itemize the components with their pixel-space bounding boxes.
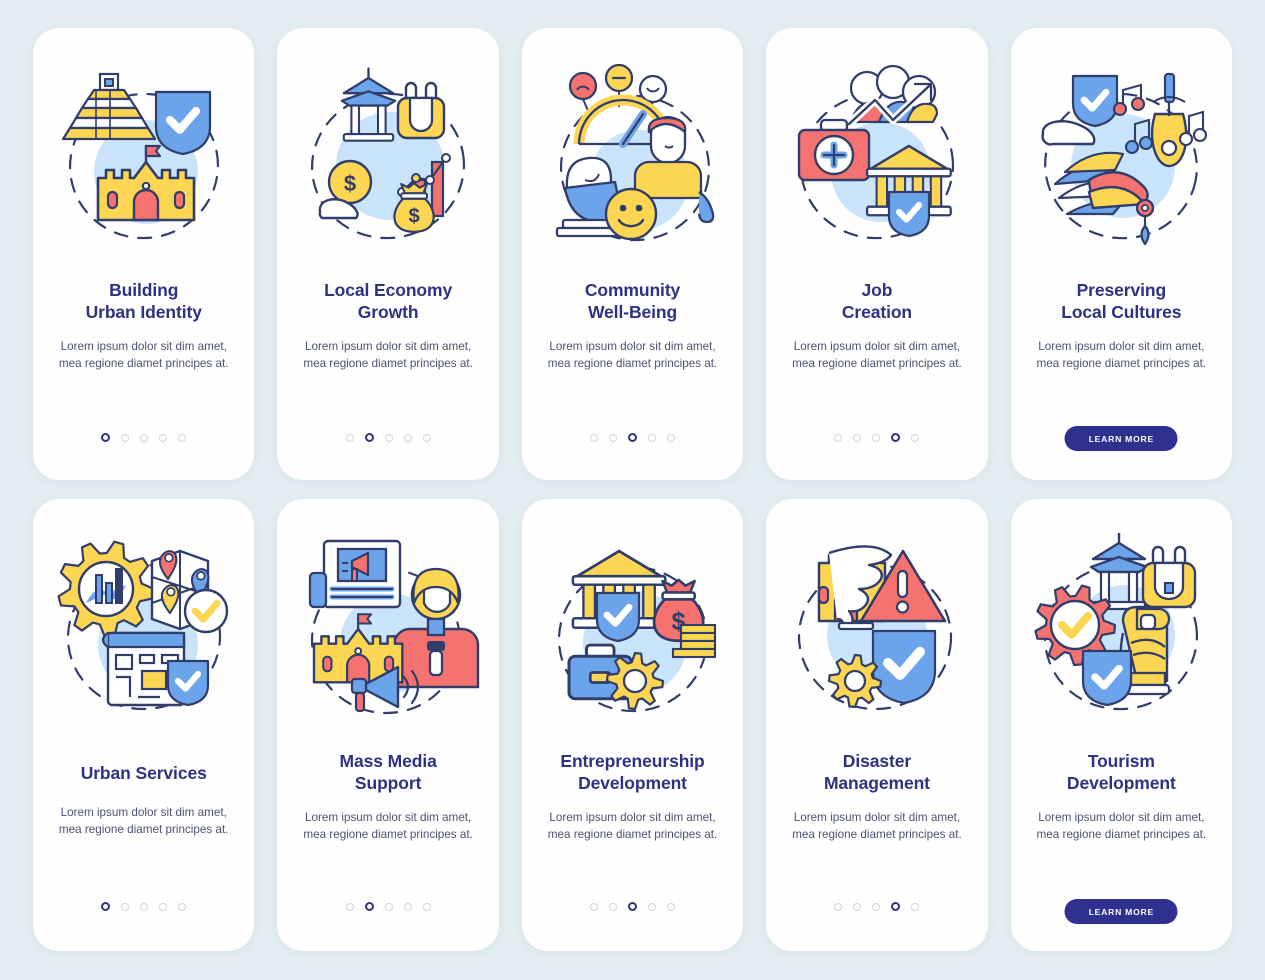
pagination-dot-active[interactable]	[101, 902, 111, 911]
onboarding-screen-tourism-development: Tourism Development Lorem ipsum dolor sit …	[1010, 499, 1233, 951]
pagination-dot[interactable]	[609, 902, 618, 911]
pagination-dot[interactable]	[872, 902, 881, 911]
people-gauge-smiley-statue-illustration	[539, 62, 727, 267]
pagination-dot-active[interactable]	[364, 902, 374, 911]
learn-more-button[interactable]: LEARN MORE	[1064, 426, 1178, 451]
pagoda-coin-moneybag-chart-illustration: $ $	[294, 62, 482, 267]
pagination-dot[interactable]	[609, 433, 618, 442]
pagination-dot-active[interactable]	[101, 433, 111, 442]
pagination-dots	[522, 902, 743, 911]
pagination-dot[interactable]	[121, 902, 130, 911]
screen-description: Lorem ipsum dolor sit dim amet, mea regi…	[1036, 340, 1207, 371]
learn-more-button[interactable]: LEARN MORE	[1064, 899, 1178, 924]
pagination-dot[interactable]	[140, 433, 149, 442]
briefcase-bank-growth-shield-illustration	[783, 62, 971, 267]
pagination-dots	[766, 902, 987, 911]
pagination-dot[interactable]	[403, 902, 412, 911]
pagination-dot[interactable]	[403, 433, 412, 442]
onboarding-screen-job-creation: Job Creation Lorem ipsum dolor sit dim ame…	[766, 28, 988, 480]
pagination-dots	[33, 902, 254, 911]
onboarding-screens-board: Building Urban Identity Lorem ipsum dolor …	[0, 0, 1265, 980]
screen-title: Urban Services	[80, 763, 207, 783]
screen-description: Lorem ipsum dolor sit dim amet, mea regi…	[792, 811, 962, 842]
pagination-dot[interactable]	[590, 902, 599, 911]
screen-title: Mass Media Support	[339, 751, 437, 794]
onboarding-screen-urban-services: Urban Services Lorem ipsum dolor sit dim …	[33, 499, 255, 951]
screen-title: Tourism Development	[1066, 751, 1176, 794]
svg-text:$: $	[409, 206, 420, 228]
screen-description: Lorem ipsum dolor sit dim amet, mea regi…	[58, 806, 229, 837]
pagination-dot[interactable]	[872, 433, 881, 442]
pagination-dot[interactable]	[648, 902, 657, 911]
newspaper-megaphone-reporter-castle-illustration	[294, 533, 482, 738]
screen-title: Entrepreneurship Development	[560, 751, 705, 794]
pagination-dot[interactable]	[853, 902, 862, 911]
headdress-lute-music-shield-illustration	[1027, 62, 1215, 267]
screen-description: Lorem ipsum dolor sit dim amet, mea regi…	[303, 340, 473, 371]
pagination-dots	[277, 433, 498, 442]
pagination-dot-active[interactable]	[891, 902, 901, 911]
onboarding-screen-disaster-management: Disaster Management Lorem ipsum dolor sit …	[766, 499, 988, 951]
screen-description: Lorem ipsum dolor sit dim amet, mea regi…	[792, 340, 962, 371]
tornado-castle-warning-shield-illustration	[783, 533, 971, 738]
pagination-dot[interactable]	[834, 902, 843, 911]
pagination-dot-active[interactable]	[891, 433, 901, 442]
pagoda-backpack-gear-statue-shield-illustration	[1027, 533, 1215, 738]
pagination-dot[interactable]	[422, 902, 431, 911]
onboarding-screen-mass-media-support: Mass Media Support Lorem ipsum dolor sit d…	[277, 499, 499, 951]
pagination-dot[interactable]	[667, 433, 676, 442]
screen-title: Disaster Management	[823, 751, 930, 794]
onboarding-screen-local-economy-growth: $ $ Local Economy Growth Lorem ipsum dolor…	[277, 28, 499, 480]
pagination-dot[interactable]	[667, 902, 676, 911]
onboarding-screen-community-well-being: Community Well-Being Lorem ipsum dolor sit…	[521, 28, 744, 480]
pagination-dot[interactable]	[422, 433, 431, 442]
screen-title: Building Urban Identity	[85, 280, 202, 323]
pagination-dot[interactable]	[911, 902, 920, 911]
pyramid-castle-shield-illustration	[50, 62, 238, 267]
screen-description: Lorem ipsum dolor sit dim amet, mea regi…	[547, 340, 718, 371]
onboarding-screen-entrepreneurship-development: $ Entrepreneurship Development Lorem ipsum…	[521, 499, 744, 951]
pagination-dots	[33, 433, 254, 442]
pagination-dot[interactable]	[345, 433, 354, 442]
pagination-dots	[766, 433, 987, 442]
pagination-dot[interactable]	[834, 433, 843, 442]
onboarding-screen-building-urban-identity: Building Urban Identity Lorem ipsum dolor …	[33, 28, 255, 480]
screen-title: Job Creation	[841, 280, 913, 323]
pagination-dot[interactable]	[384, 902, 393, 911]
pagination-dot[interactable]	[140, 902, 149, 911]
pagination-dot[interactable]	[648, 433, 657, 442]
pagination-dot[interactable]	[178, 902, 187, 911]
pagination-dot[interactable]	[590, 433, 599, 442]
pagination-dot[interactable]	[121, 433, 130, 442]
screen-title: Preserving Local Cultures	[1061, 280, 1182, 323]
pagination-dots	[522, 433, 743, 442]
pagination-dot-active[interactable]	[364, 433, 374, 442]
screens-row-2: Urban Services Lorem ipsum dolor sit dim …	[33, 499, 1233, 952]
pagination-dot[interactable]	[345, 902, 354, 911]
bank-briefcase-moneybag-gear-illustration: $	[539, 533, 727, 738]
gear-map-blueprint-shield-illustration	[50, 533, 238, 738]
pagination-dot[interactable]	[911, 433, 920, 442]
screen-description: Lorem ipsum dolor sit dim amet, mea regi…	[58, 340, 229, 371]
screens-row-1: Building Urban Identity Lorem ipsum dolor …	[33, 28, 1233, 481]
pagination-dot[interactable]	[159, 902, 168, 911]
pagination-dot[interactable]	[159, 433, 168, 442]
pagination-dot-active[interactable]	[628, 433, 638, 442]
screen-description: Lorem ipsum dolor sit dim amet, mea regi…	[303, 811, 473, 842]
svg-text:$: $	[344, 171, 356, 196]
pagination-dot[interactable]	[853, 433, 862, 442]
screen-description: Lorem ipsum dolor sit dim amet, mea regi…	[1036, 811, 1207, 842]
pagination-dots	[277, 902, 498, 911]
pagination-dot[interactable]	[384, 433, 393, 442]
pagination-dot[interactable]	[178, 433, 187, 442]
onboarding-screen-preserving-local-cultures: Preserving Local Cultures Lorem ipsum dolo…	[1010, 28, 1233, 480]
screen-title: Community Well-Being	[584, 280, 681, 323]
screen-description: Lorem ipsum dolor sit dim amet, mea regi…	[547, 811, 718, 842]
pagination-dot-active[interactable]	[628, 902, 638, 911]
screen-title: Local Economy Growth	[324, 280, 453, 323]
